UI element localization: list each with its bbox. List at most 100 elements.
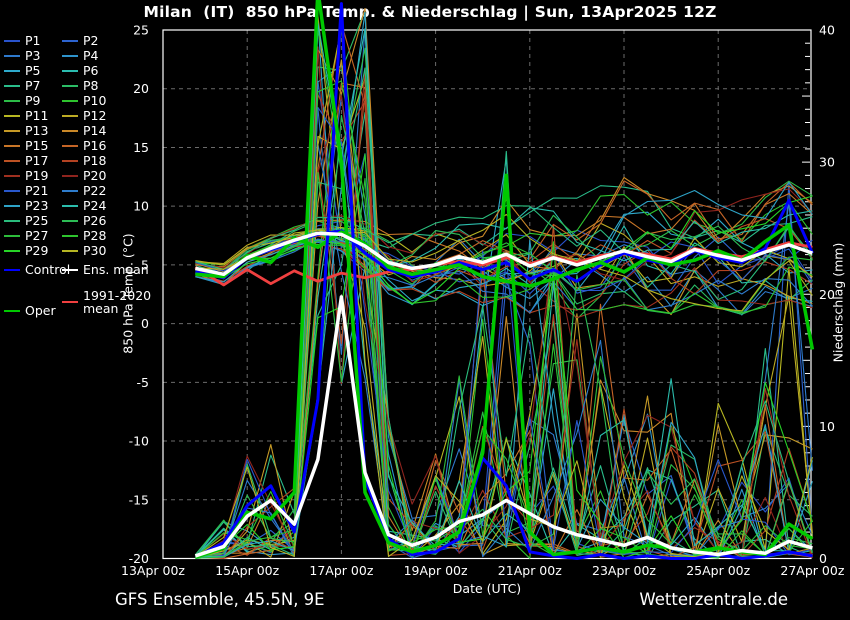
member-precip-line-P15: [195, 83, 812, 557]
legend-item-p13-label: P13: [25, 124, 48, 138]
legend-item-p9: P9: [4, 93, 41, 108]
legend-item-p10-color-chip: [62, 100, 78, 102]
legend-item-p2: P2: [62, 33, 99, 48]
date-tick-label: 27Apr 00z: [780, 563, 844, 578]
legend-item-oper: Oper: [4, 303, 56, 318]
legend-item-p29-color-chip: [4, 250, 20, 252]
legend-item-p24-color-chip: [62, 205, 78, 207]
legend-item-p23-color-chip: [4, 205, 20, 207]
precip-tick-label: 30: [819, 155, 835, 170]
legend-item-p1: P1: [4, 33, 41, 48]
legend-item-p25-color-chip: [4, 220, 20, 222]
legend-item-p19: P19: [4, 168, 48, 183]
legend-item-p3-color-chip: [4, 55, 20, 57]
legend-item-p7-label: P7: [25, 79, 41, 93]
date-tick-label: 15Apr 00z: [215, 563, 279, 578]
legend-item-p29-label: P29: [25, 244, 48, 258]
legend-item-p25: P25: [4, 213, 48, 228]
legend-item-p8-label: P8: [83, 79, 99, 93]
date-tick-label: 17Apr 00z: [309, 563, 373, 578]
temp-tick-label: 15: [133, 140, 149, 155]
legend-item-p5-label: P5: [25, 64, 41, 78]
legend-item-p11-color-chip: [4, 115, 20, 117]
legend-item-p5: P5: [4, 63, 41, 78]
legend-item-p2-color-chip: [62, 40, 78, 42]
legend-item-p23: P23: [4, 198, 48, 213]
legend-item-p11-label: P11: [25, 109, 48, 123]
legend-item-p18: P18: [62, 153, 106, 168]
legend-item-p20-label: P20: [83, 169, 106, 183]
legend-item-p6: P6: [62, 63, 99, 78]
footer-model-info: GFS Ensemble, 45.5N, 9E: [115, 590, 325, 609]
legend-item-p28-color-chip: [62, 235, 78, 237]
legend-item-p28: P28: [62, 228, 106, 243]
legend-item-p14-label: P14: [83, 124, 106, 138]
legend-item-p12: P12: [62, 108, 106, 123]
temp-tick-label: -5: [137, 375, 149, 390]
legend-item-p14: P14: [62, 123, 106, 138]
legend-item-p16-label: P16: [83, 139, 106, 153]
legend-item-p22-label: P22: [83, 184, 106, 198]
legend-item-p13-color-chip: [4, 130, 20, 132]
legend-item-p10-label: P10: [83, 94, 106, 108]
legend-item-p8-color-chip: [62, 85, 78, 87]
member-precip-line-P1: [195, 81, 812, 558]
legend-item-p9-label: P9: [25, 94, 41, 108]
legend-item-p20: P20: [62, 168, 106, 183]
date-axis-title: Date (UTC): [357, 581, 617, 596]
legend-item-p17-label: P17: [25, 154, 48, 168]
legend-item-p11: P11: [4, 108, 48, 123]
legend-item-p30: P30: [62, 243, 106, 258]
precip-axis-title: Niederschlag (mm): [831, 173, 846, 433]
legend-item-p7: P7: [4, 78, 41, 93]
legend-item-p25-label: P25: [25, 214, 48, 228]
temp-tick-label: -15: [129, 492, 149, 507]
legend-item-p27: P27: [4, 228, 48, 243]
legend-item-p26-label: P26: [83, 214, 106, 228]
legend-item-p20-color-chip: [62, 175, 78, 177]
legend-item-p16-color-chip: [62, 145, 78, 147]
legend-item-p2-label: P2: [83, 34, 99, 48]
legend-item-p7-color-chip: [4, 85, 20, 87]
date-tick-label: 23Apr 00z: [592, 563, 656, 578]
legend-item-p3-label: P3: [25, 49, 41, 63]
legend-item-control: Control: [4, 262, 70, 277]
legend-item-p22: P22: [62, 183, 106, 198]
legend-item-ens-mean-color-chip: [62, 269, 78, 271]
legend-item-ens-mean-label: Ens. mean: [83, 263, 149, 277]
legend-item-p4: P4: [62, 48, 99, 63]
legend-item-p27-color-chip: [4, 235, 20, 237]
temp-tick-label: 25: [133, 23, 149, 38]
legend-item-p24-label: P24: [83, 199, 106, 213]
legend-item-p4-label: P4: [83, 49, 99, 63]
precip-tick-label: 40: [819, 23, 835, 38]
temp-tick-label: -10: [129, 434, 149, 449]
legend-item-p4-color-chip: [62, 55, 78, 57]
temp-tick-label: 0: [141, 316, 149, 331]
legend-item-p28-label: P28: [83, 229, 106, 243]
legend-item-p12-label: P12: [83, 109, 106, 123]
date-tick-label: 19Apr 00z: [404, 563, 468, 578]
legend-item-p29: P29: [4, 243, 48, 258]
legend-item-p9-color-chip: [4, 100, 20, 102]
legend-item-1991-2020-mean: 1991-2020mean: [62, 289, 151, 304]
legend-item-p19-color-chip: [4, 175, 20, 177]
legend-item-p6-label: P6: [83, 64, 99, 78]
temp-tick-label: 20: [133, 81, 149, 96]
legend-item-p15-label: P15: [25, 139, 48, 153]
legend-item-p30-label: P30: [83, 244, 106, 258]
member-precip-line-P18: [195, 95, 812, 558]
legend-item-p18-label: P18: [83, 154, 106, 168]
legend-item-control-color-chip: [4, 269, 20, 271]
legend-item-p12-color-chip: [62, 115, 78, 117]
legend-item-1991-2020-mean-color-chip: [62, 301, 78, 303]
legend-item-p21-label: P21: [25, 184, 48, 198]
legend-item-p21: P21: [4, 183, 48, 198]
legend-item-p1-color-chip: [4, 40, 20, 42]
legend-item-p26-color-chip: [62, 220, 78, 222]
legend-item-p18-color-chip: [62, 160, 78, 162]
legend-item-p1-label: P1: [25, 34, 41, 48]
legend-item-p23-label: P23: [25, 199, 48, 213]
legend-item-p19-label: P19: [25, 169, 48, 183]
meteogram-page: Milan (IT) 850 hPa Temp. & Niederschlag …: [0, 0, 850, 620]
